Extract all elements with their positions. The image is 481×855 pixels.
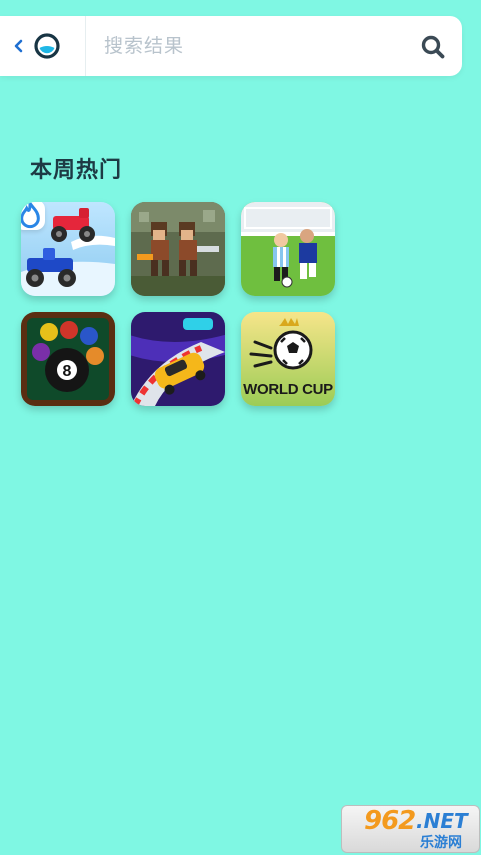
watermark-domain: .NET (416, 809, 468, 833)
back-button[interactable] (12, 30, 70, 62)
game-tile-world-cup[interactable]: WORLD CUP (241, 312, 335, 406)
game-tile-eight-ball-pool[interactable]: 8 (21, 312, 115, 406)
game-tile-pixel-warriors[interactable] (131, 202, 225, 296)
search-input[interactable]: 搜索结果 (104, 16, 184, 76)
pixel-warriors-icon (131, 202, 225, 296)
game-tile-car-race[interactable] (131, 312, 225, 406)
billiards-icon: 8 (21, 312, 115, 406)
eight-ball-number: 8 (63, 363, 72, 380)
section-title: 本周热门 (30, 158, 123, 183)
search-bar: 搜索结果 (0, 16, 462, 76)
watermark-number: 962 (364, 806, 416, 836)
chevron-left-icon (14, 39, 23, 53)
game-tile-soccer-players[interactable] (241, 202, 335, 296)
soccer-players-icon (241, 202, 335, 296)
flame-badge-icon (21, 202, 45, 230)
site-watermark: 962 .NET 乐游网 (341, 805, 480, 853)
world-cup-title: WORLD CUP (243, 381, 333, 398)
app-logo-icon (34, 33, 60, 59)
race-car-icon (131, 312, 225, 406)
game-tile-truck-race[interactable] (21, 202, 115, 296)
search-divider (85, 16, 86, 76)
search-icon[interactable] (420, 34, 446, 60)
watermark-subtitle: 乐游网 (420, 835, 462, 851)
